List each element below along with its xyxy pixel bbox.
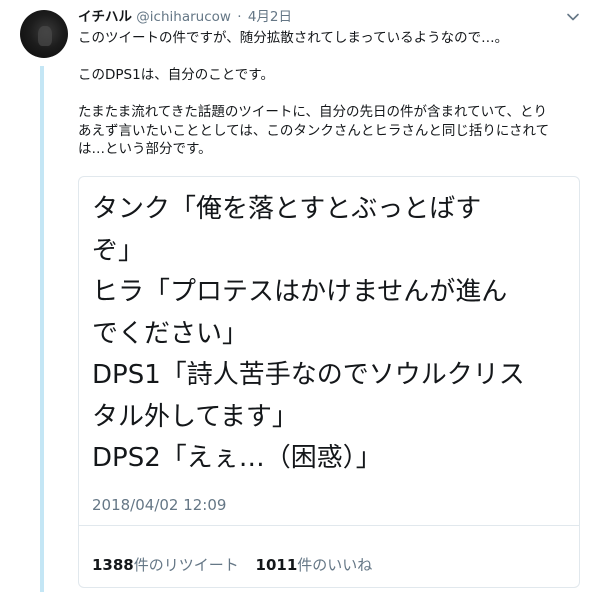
tweet-text: このツイートの件ですが、随分拡散されてしまっているようなので…。 このDPS1は… [78,29,586,159]
quoted-line: タル外してます」 [92,401,298,432]
quoted-line: DPS2「えぇ…（困惑）」 [92,443,382,473]
author-handle[interactable]: @ichiharucow [136,9,231,25]
author-name[interactable]: イチハル [78,9,132,25]
tweet-text-line: たまたま流れてきた話題のツイートに、自分の先日の件が含まれていて、とり [78,104,547,120]
quoted-line: でください」 [92,318,249,349]
tweet-stats: 1388件のリツイート 1011件のいいね [92,554,372,575]
quoted-line: DPS1「詩人苦手なのでソウルクリス [92,360,525,390]
quoted-line: ぞ」 [92,235,145,266]
chevron-down-icon[interactable] [566,10,580,24]
stats-divider [79,525,579,526]
tweet-date[interactable]: 4月2日 [248,9,292,25]
quoted-tweet-text: タンク「俺を落とすとぶっとばす ぞ」 ヒラ「プロテスはかけませんが進ん でくださ… [92,189,570,480]
thread-line [40,66,44,592]
like-label: 件のいいね [297,556,373,574]
quoted-line: ヒラ「プロテスはかけませんが進ん [92,277,508,307]
avatar-figure [38,26,52,46]
retweet-label: 件のリツイート [133,556,239,574]
tweet-text-line: は…という部分です。 [78,141,212,157]
like-count: 1011 [255,556,298,574]
retweet-stat[interactable]: 1388件のリツイート [92,556,239,574]
quoted-line: タンク「俺を落とすとぶっとばす [92,194,482,224]
tweet-text-line: このDPS1は、自分のことです。 [78,67,274,83]
tweet-header: イチハル @ichiharucow · 4月2日 [78,8,292,26]
quoted-timestamp[interactable]: 2018/04/02 12:09 [92,496,226,514]
tweet-text-line: あえず言いたいこととしては、このタンクさんとヒラさんと同じ括りにされて [78,122,550,139]
like-stat[interactable]: 1011件のいいね [256,556,373,574]
quoted-tweet-card[interactable]: タンク「俺を落とすとぶっとばす ぞ」 ヒラ「プロテスはかけませんが進ん でくださ… [78,176,580,588]
header-separator: · [237,9,242,25]
avatar[interactable] [20,10,68,58]
retweet-count: 1388 [92,556,134,574]
tweet-text-line: このツイートの件ですが、随分拡散されてしまっているようなので…。 [78,30,509,46]
